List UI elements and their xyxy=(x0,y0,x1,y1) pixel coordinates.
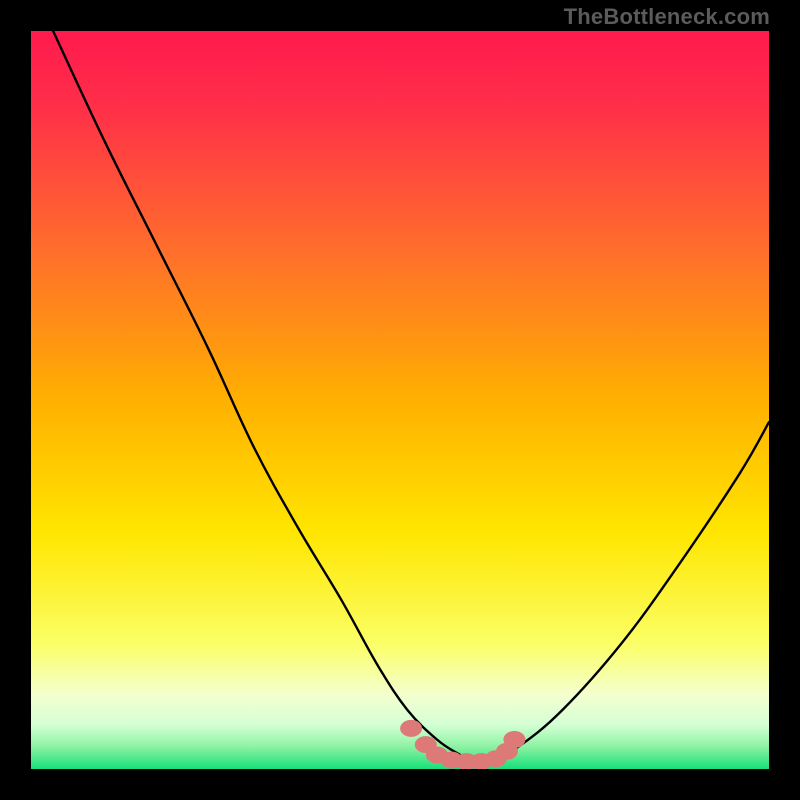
optimum-markers xyxy=(400,720,525,769)
watermark-text: TheBottleneck.com xyxy=(564,4,770,30)
bottleneck-curve xyxy=(53,31,769,763)
chart-frame: TheBottleneck.com xyxy=(0,0,800,800)
optimum-marker xyxy=(503,731,525,748)
optimum-marker xyxy=(400,720,422,737)
plot-area xyxy=(31,31,769,769)
chart-svg xyxy=(31,31,769,769)
